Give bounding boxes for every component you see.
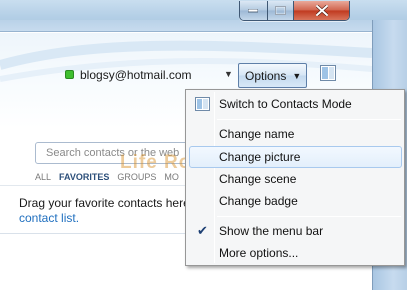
minimize-icon <box>248 8 259 12</box>
maximize-icon <box>274 6 286 15</box>
divider <box>0 185 185 186</box>
minimize-button[interactable] <box>240 1 268 20</box>
tab-all[interactable]: ALL <box>35 172 51 182</box>
menu-item-switch-contacts-mode[interactable]: Switch to Contacts Mode <box>189 93 402 115</box>
options-label: Options <box>245 68 287 83</box>
tab-more[interactable]: MO <box>164 172 179 182</box>
status-indicator[interactable] <box>65 70 74 79</box>
chevron-down-icon[interactable]: ▼ <box>224 69 233 79</box>
menu-item-show-menu-bar[interactable]: ✔ Show the menu bar <box>189 220 402 242</box>
maximize-button[interactable] <box>267 1 295 20</box>
caption-buttons <box>239 1 350 21</box>
menu-item-label: Show the menu bar <box>219 224 324 238</box>
close-icon <box>315 5 328 16</box>
menu-item-label: Change scene <box>219 172 297 186</box>
menu-item-change-scene[interactable]: Change scene <box>189 168 402 190</box>
menu-item-change-badge[interactable]: Change badge <box>189 190 402 212</box>
tab-groups[interactable]: GROUPS <box>117 172 156 182</box>
tab-favorites[interactable]: FAVORITES <box>59 172 109 182</box>
contact-list-link[interactable]: contact list. <box>19 211 79 225</box>
contacts-mode-icon <box>195 97 210 111</box>
contacts-mode-icon[interactable] <box>320 65 336 81</box>
checkmark-icon: ✔ <box>197 223 208 238</box>
menu-separator <box>217 119 401 120</box>
menu-item-change-picture[interactable]: Change picture <box>189 146 402 168</box>
chevron-down-icon: ▼ <box>292 70 302 81</box>
window-frame-top <box>0 20 372 32</box>
menu-item-label: Switch to Contacts Mode <box>219 97 352 111</box>
favorites-hint-text: Drag your favorite contacts here <box>19 196 190 210</box>
filter-tabs: ALL FAVORITES GROUPS MO <box>35 172 179 182</box>
options-button[interactable]: Options ▼ <box>238 63 307 88</box>
menu-separator <box>217 216 401 217</box>
menu-item-change-name[interactable]: Change name <box>189 123 402 145</box>
menu-item-label: Change picture <box>219 150 301 164</box>
close-button[interactable] <box>294 1 349 20</box>
user-name[interactable]: blogsy@hotmail.com <box>80 68 192 82</box>
menu-item-more-options[interactable]: More options... <box>189 242 402 264</box>
menu-item-label: Change name <box>219 127 295 141</box>
options-menu: Switch to Contacts Mode Change name Chan… <box>185 89 405 266</box>
menu-item-label: Change badge <box>219 194 298 208</box>
divider <box>0 233 185 234</box>
menu-item-label: More options... <box>219 246 299 260</box>
